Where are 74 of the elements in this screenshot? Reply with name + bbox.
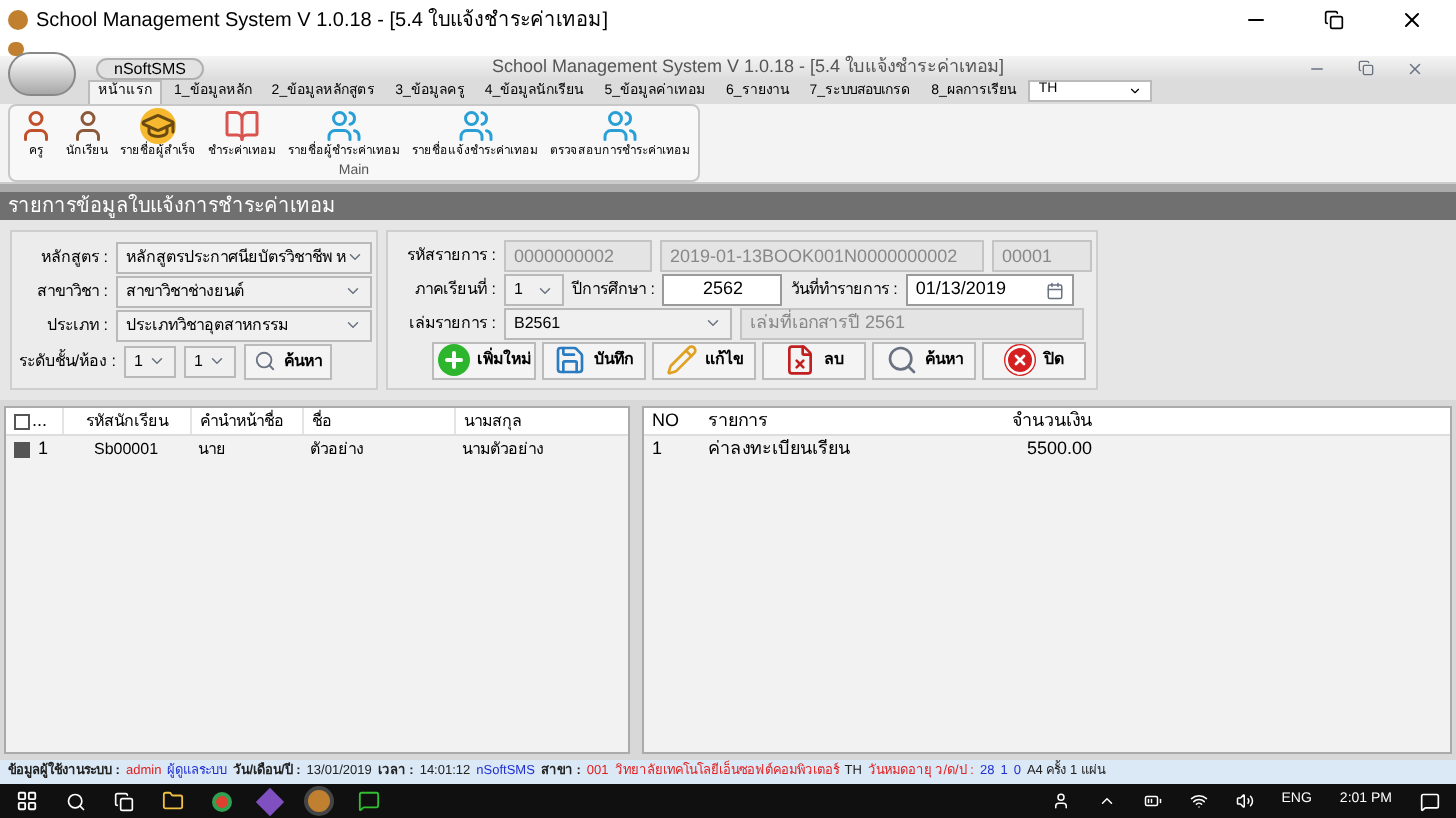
term-select[interactable]: 1 [504,274,564,307]
room-select[interactable]: 1 [184,345,236,377]
graduate-icon [140,108,176,144]
table-cell-text: นาย [196,437,228,461]
action-button[interactable]: เพิ่มใหม่ [432,341,536,380]
people-icon [326,108,362,144]
action-button[interactable]: ปิด [982,341,1086,380]
app-icon[interactable] [308,790,330,812]
column-header: NO [650,407,681,434]
field-label: ปีการศึกษา : [572,278,655,303]
save-icon [554,344,586,377]
table-cell-text: ตัวอย่าง [308,437,366,461]
row-checkbox[interactable] [14,441,30,457]
chat-icon[interactable] [358,790,380,812]
field-label: สาขาวิชา : [35,279,108,303]
table-cell-text: 5500.00 [1024,435,1094,462]
action-button[interactable]: แก้ไข [652,341,756,380]
table-cell-text: นามตัวอย่าง [460,437,546,461]
column-header: รหัสนักเรียน [62,408,190,434]
field-label: หลักสูตร : [39,245,108,269]
grade-select[interactable]: 1 [124,345,176,377]
add-icon [437,344,469,377]
calendar-icon [1045,281,1064,300]
field-label: วันที่ทำรายการ : [790,278,898,303]
column-header: รายการ [706,407,770,434]
action-button[interactable]: ค้นหา [872,341,976,380]
browser-icon[interactable] [212,791,232,811]
field-label: รหัสรายการ : [405,244,496,269]
field-label: ระดับชั้น/ห้อง : [16,349,116,373]
column-header: จำนวนเงิน [1010,407,1094,434]
table-cell-text: 1 [38,435,49,462]
people-icon [457,108,493,144]
people-icon[interactable] [1051,792,1070,810]
course-select[interactable]: หลักสูตรประกาศนียบัตรวิชาชีพ ห [116,241,372,273]
column-header: ... [32,407,48,434]
field-label: ประเภท : [45,313,108,337]
people-icon [602,108,638,144]
search-icon[interactable] [66,791,86,811]
table-cell-text: 1 [650,435,665,462]
search-icon [254,350,276,372]
app-title: School Management System V 1.0.18 - [5.4 ใบแจ้งชำระค่าเทอม] [489,54,1007,81]
notifications-icon[interactable] [1420,791,1440,811]
book-select[interactable]: B2561 [504,307,732,340]
pencil-icon [665,344,697,377]
action-button[interactable]: ลบ [762,341,866,380]
search-icon [885,344,917,377]
table-cell-text: Sb00001 [91,437,161,461]
battery-icon[interactable] [1143,792,1162,810]
delete-icon [784,344,816,377]
column-header: คำนำหน้าชื่อ [190,408,302,434]
restore-icon[interactable] [1324,10,1344,30]
teacher-icon [18,108,54,144]
column-header: นามสกุล [454,408,606,434]
field-label: เล่มรายการ : [407,311,496,336]
header-checkbox[interactable] [14,413,30,429]
branch-select[interactable]: สาขาวิชาช่างยนต์ [116,275,372,307]
search-button[interactable]: ค้นหา [244,343,332,379]
folder-icon[interactable] [162,790,184,812]
wifi-icon[interactable] [1189,792,1208,810]
close-icon [1004,344,1036,377]
window-title: School Management System V 1.0.18 - [5.4 ใบแจ้งชำระค่าเทอม] [36,6,610,35]
type-select[interactable]: ประเภทวิชาอุตสาหกรรม [116,309,372,341]
volume-icon[interactable] [1235,792,1254,810]
windows-icon[interactable] [16,790,38,812]
year-field[interactable]: 2562 [662,274,783,307]
column-header: ชื่อ [302,408,454,434]
action-button[interactable]: บันทึก [542,341,646,380]
table-cell-text: ค่าลงทะเบียนเรียน [706,435,852,462]
section-title: รายการข้อมูลใบแจ้งการชำระค่าเทอม [8,192,336,221]
field-label: ภาคเรียนที่ : [413,278,496,303]
date-field[interactable]: 01/13/2019 [905,274,1074,307]
orb-button[interactable]: nSoftSMS [96,57,205,79]
close-icon[interactable] [1400,8,1424,32]
task-view-icon[interactable] [114,791,134,811]
